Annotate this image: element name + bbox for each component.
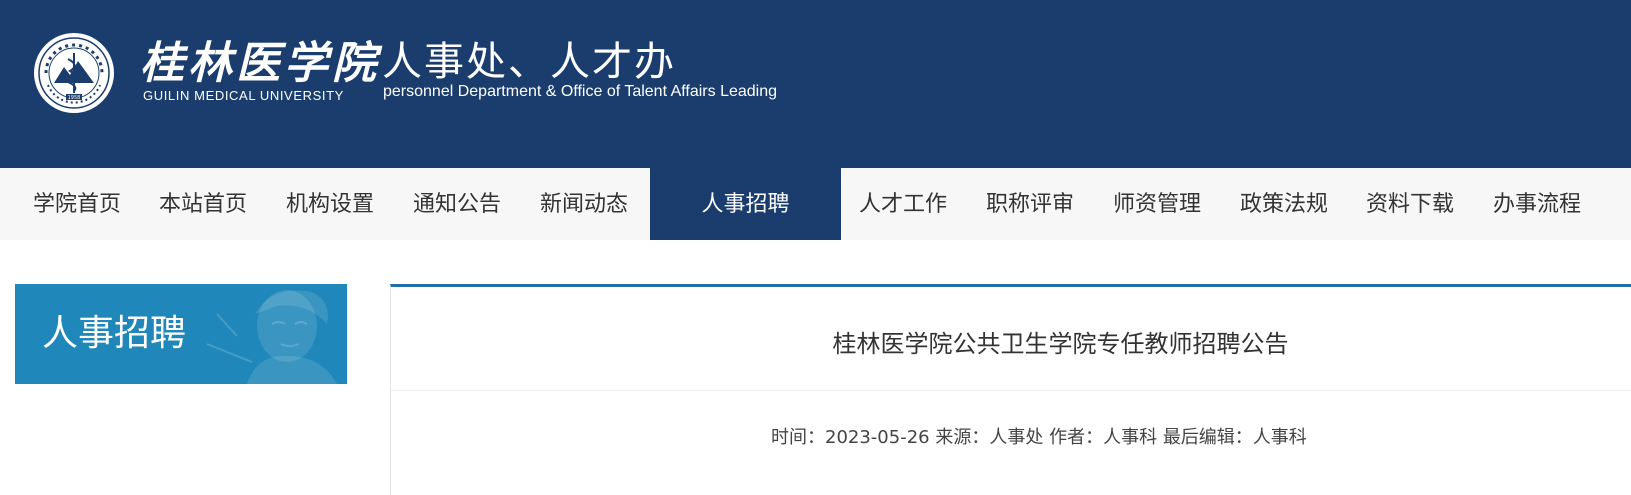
- nav-item-site-home[interactable]: 本站首页: [159, 168, 247, 240]
- nav-item-procedures[interactable]: 办事流程: [1493, 168, 1581, 240]
- site-header: 1958 桂林医学院 GUILIN MEDICAL UNIVERSITY 人事处…: [0, 0, 1631, 168]
- nav-item-downloads[interactable]: 资料下载: [1366, 168, 1454, 240]
- nav-item-notices[interactable]: 通知公告: [413, 168, 501, 240]
- nav-item-news[interactable]: 新闻动态: [540, 168, 628, 240]
- sidebar-title: 人事招聘: [42, 313, 187, 354]
- article-panel: 桂林医学院公共卫生学院专任教师招聘公告 时间：2023-05-26 来源：人事处…: [390, 284, 1631, 495]
- meta-editor-label: 最后编辑：: [1162, 427, 1253, 448]
- nav-item-talent-work[interactable]: 人才工作: [859, 168, 947, 240]
- meta-author-label: 作者：: [1049, 427, 1104, 448]
- meta-time-label: 时间：: [771, 427, 825, 448]
- nav-item-title-review[interactable]: 职称评审: [986, 168, 1074, 240]
- meta-source-value: 人事处: [989, 427, 1044, 448]
- portrait-watermark-icon: [206, 290, 337, 384]
- meta-editor-value: 人事科: [1252, 427, 1307, 448]
- university-seal-icon[interactable]: 1958: [32, 31, 116, 115]
- nav-item-faculty-management[interactable]: 师资管理: [1113, 168, 1201, 240]
- emblem-year: 1958: [68, 95, 81, 101]
- nav-item-policies[interactable]: 政策法规: [1240, 168, 1328, 240]
- school-name-cn: 桂林医学院: [140, 38, 380, 89]
- nav-item-recruitment[interactable]: 人事招聘: [650, 168, 841, 240]
- article-title: 桂林医学院公共卫生学院专任教师招聘公告: [832, 330, 1289, 358]
- nav-item-organization[interactable]: 机构设置: [286, 168, 374, 240]
- dept-name-en: personnel Department & Office of Talent …: [383, 83, 778, 100]
- sidebar-title-block: 人事招聘: [15, 284, 347, 384]
- main-nav: 学院首页 本站首页 机构设置 通知公告 新闻动态 人事招聘 人才工作 职称评审 …: [0, 168, 1631, 240]
- school-name-en: GUILIN MEDICAL UNIVERSITY: [143, 88, 344, 103]
- article-meta: 时间：2023-05-26 来源：人事处 作者：人事科 最后编辑：人事科: [771, 423, 1307, 449]
- meta-source-label: 来源：: [935, 427, 990, 448]
- meta-author-value: 人事科: [1103, 427, 1158, 448]
- dept-name-cn: 人事处、人才办: [382, 39, 676, 85]
- title-divider: [391, 390, 1631, 391]
- meta-time-value: 2023-05-26: [825, 427, 930, 448]
- nav-item-college-home[interactable]: 学院首页: [33, 168, 121, 240]
